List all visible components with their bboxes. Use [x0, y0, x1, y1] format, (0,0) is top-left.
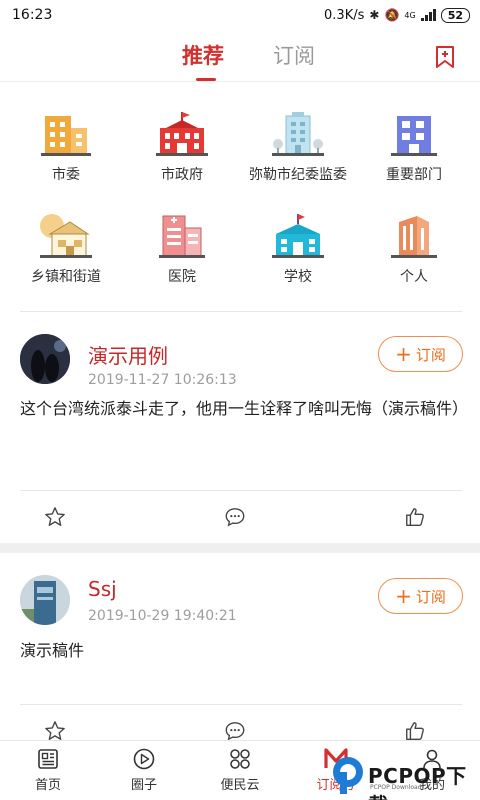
watermark-subtext: PCPOP Download: [370, 784, 422, 791]
category-label: 市委: [52, 167, 80, 183]
top-tab-bar: 推荐 订阅: [0, 30, 480, 82]
signal-icon: [420, 9, 436, 21]
circle-play-icon: [133, 748, 155, 770]
category-city-government[interactable]: 市政府: [124, 110, 240, 210]
active-tab-indicator: [196, 78, 216, 81]
subscribe-label: 订阅: [415, 587, 446, 606]
town-house-icon: [40, 214, 92, 258]
bluetooth-icon: ✱: [369, 8, 380, 22]
author-name[interactable]: 演示用例: [88, 340, 168, 369]
home-news-icon: [38, 749, 58, 769]
nav-circle[interactable]: 圈子: [96, 747, 192, 793]
government-building-icon: [156, 112, 208, 156]
subscribe-button[interactable]: + 订阅: [378, 578, 463, 614]
hospital-icon: [159, 215, 205, 258]
status-time: 16:23: [12, 7, 53, 23]
network-type: 4G: [404, 10, 416, 20]
nav-home[interactable]: 首页: [0, 747, 96, 793]
comment-icon[interactable]: [224, 720, 246, 742]
subscribe-label: 订阅: [415, 345, 446, 364]
category-label: 市政府: [161, 167, 203, 183]
post-text[interactable]: 这个台湾统派泰斗走了，他用一生诠释了啥叫无悔（演示稿件）: [20, 396, 468, 422]
nav-services[interactable]: 便民云: [192, 747, 288, 793]
watermark-text: PCPOP下载: [368, 764, 467, 800]
avatar-image: [20, 334, 70, 384]
category-departments[interactable]: 重要部门: [356, 110, 472, 210]
nav-label: 便民云: [220, 778, 260, 793]
nav-label: 圈子: [130, 778, 157, 793]
watermark: PCPOP下载 PCPOP Download: [330, 748, 480, 800]
post-time: 2019-11-27 10:26:13: [88, 372, 237, 388]
person-building-icon: [391, 216, 437, 258]
thumbs-up-icon[interactable]: [404, 720, 426, 742]
subscribe-button[interactable]: + 订阅: [378, 336, 463, 372]
battery-icon: 52: [440, 7, 470, 23]
category-city-committee[interactable]: 市委: [8, 110, 124, 210]
school-icon: [272, 214, 324, 258]
category-label: 个人: [400, 269, 428, 285]
avatar[interactable]: [20, 575, 70, 625]
category-label: 医院: [168, 269, 196, 285]
category-school[interactable]: 学校: [240, 212, 356, 312]
category-personal[interactable]: 个人: [356, 212, 472, 312]
post-card[interactable]: Ssj 2019-10-29 19:40:21 + 订阅 演示稿件: [0, 553, 480, 743]
tab-subscribe[interactable]: 订阅: [273, 40, 315, 70]
post-text[interactable]: 演示稿件: [20, 638, 465, 664]
category-label: 乡镇和街道: [31, 269, 101, 285]
star-icon[interactable]: [44, 720, 66, 742]
section-separator: [0, 543, 480, 553]
category-label: 弥勒市纪委监委: [249, 167, 347, 183]
plus-icon: +: [395, 342, 412, 366]
category-label: 学校: [284, 269, 312, 285]
divider: [20, 490, 462, 491]
category-towns[interactable]: 乡镇和街道: [8, 212, 124, 312]
avatar[interactable]: [20, 334, 70, 384]
mute-icon: 🔕: [384, 8, 400, 22]
status-indicators: 0.3K/s ✱ 🔕 4G 52: [324, 7, 470, 23]
category-label: 重要部门: [386, 167, 442, 183]
avatar-image: [20, 575, 70, 625]
star-icon[interactable]: [44, 506, 66, 528]
add-bookmark-icon[interactable]: [432, 44, 458, 70]
thumbs-up-icon[interactable]: [404, 506, 426, 528]
office-building-icon: [41, 116, 91, 156]
department-building-icon: [391, 116, 437, 156]
author-name[interactable]: Ssj: [88, 577, 117, 601]
post-card[interactable]: 演示用例 2019-11-27 10:26:13 + 订阅 这个台湾统派泰斗走了…: [0, 312, 480, 544]
category-commission[interactable]: 弥勒市纪委监委: [240, 110, 356, 210]
post-actions: [0, 492, 480, 542]
network-speed: 0.3K/s: [324, 7, 365, 23]
comment-icon[interactable]: [224, 506, 246, 528]
status-bar: 16:23 0.3K/s ✱ 🔕 4G 52: [0, 0, 480, 30]
grid-services-icon: [230, 749, 250, 769]
category-hospital[interactable]: 医院: [124, 212, 240, 312]
watermark-logo-icon: [333, 757, 363, 794]
post-time: 2019-10-29 19:40:21: [88, 608, 237, 624]
plus-icon: +: [395, 584, 412, 608]
nav-label: 首页: [34, 778, 61, 793]
tab-recommend[interactable]: 推荐: [182, 40, 224, 70]
divider: [20, 704, 462, 705]
commission-building-icon: [272, 112, 324, 156]
